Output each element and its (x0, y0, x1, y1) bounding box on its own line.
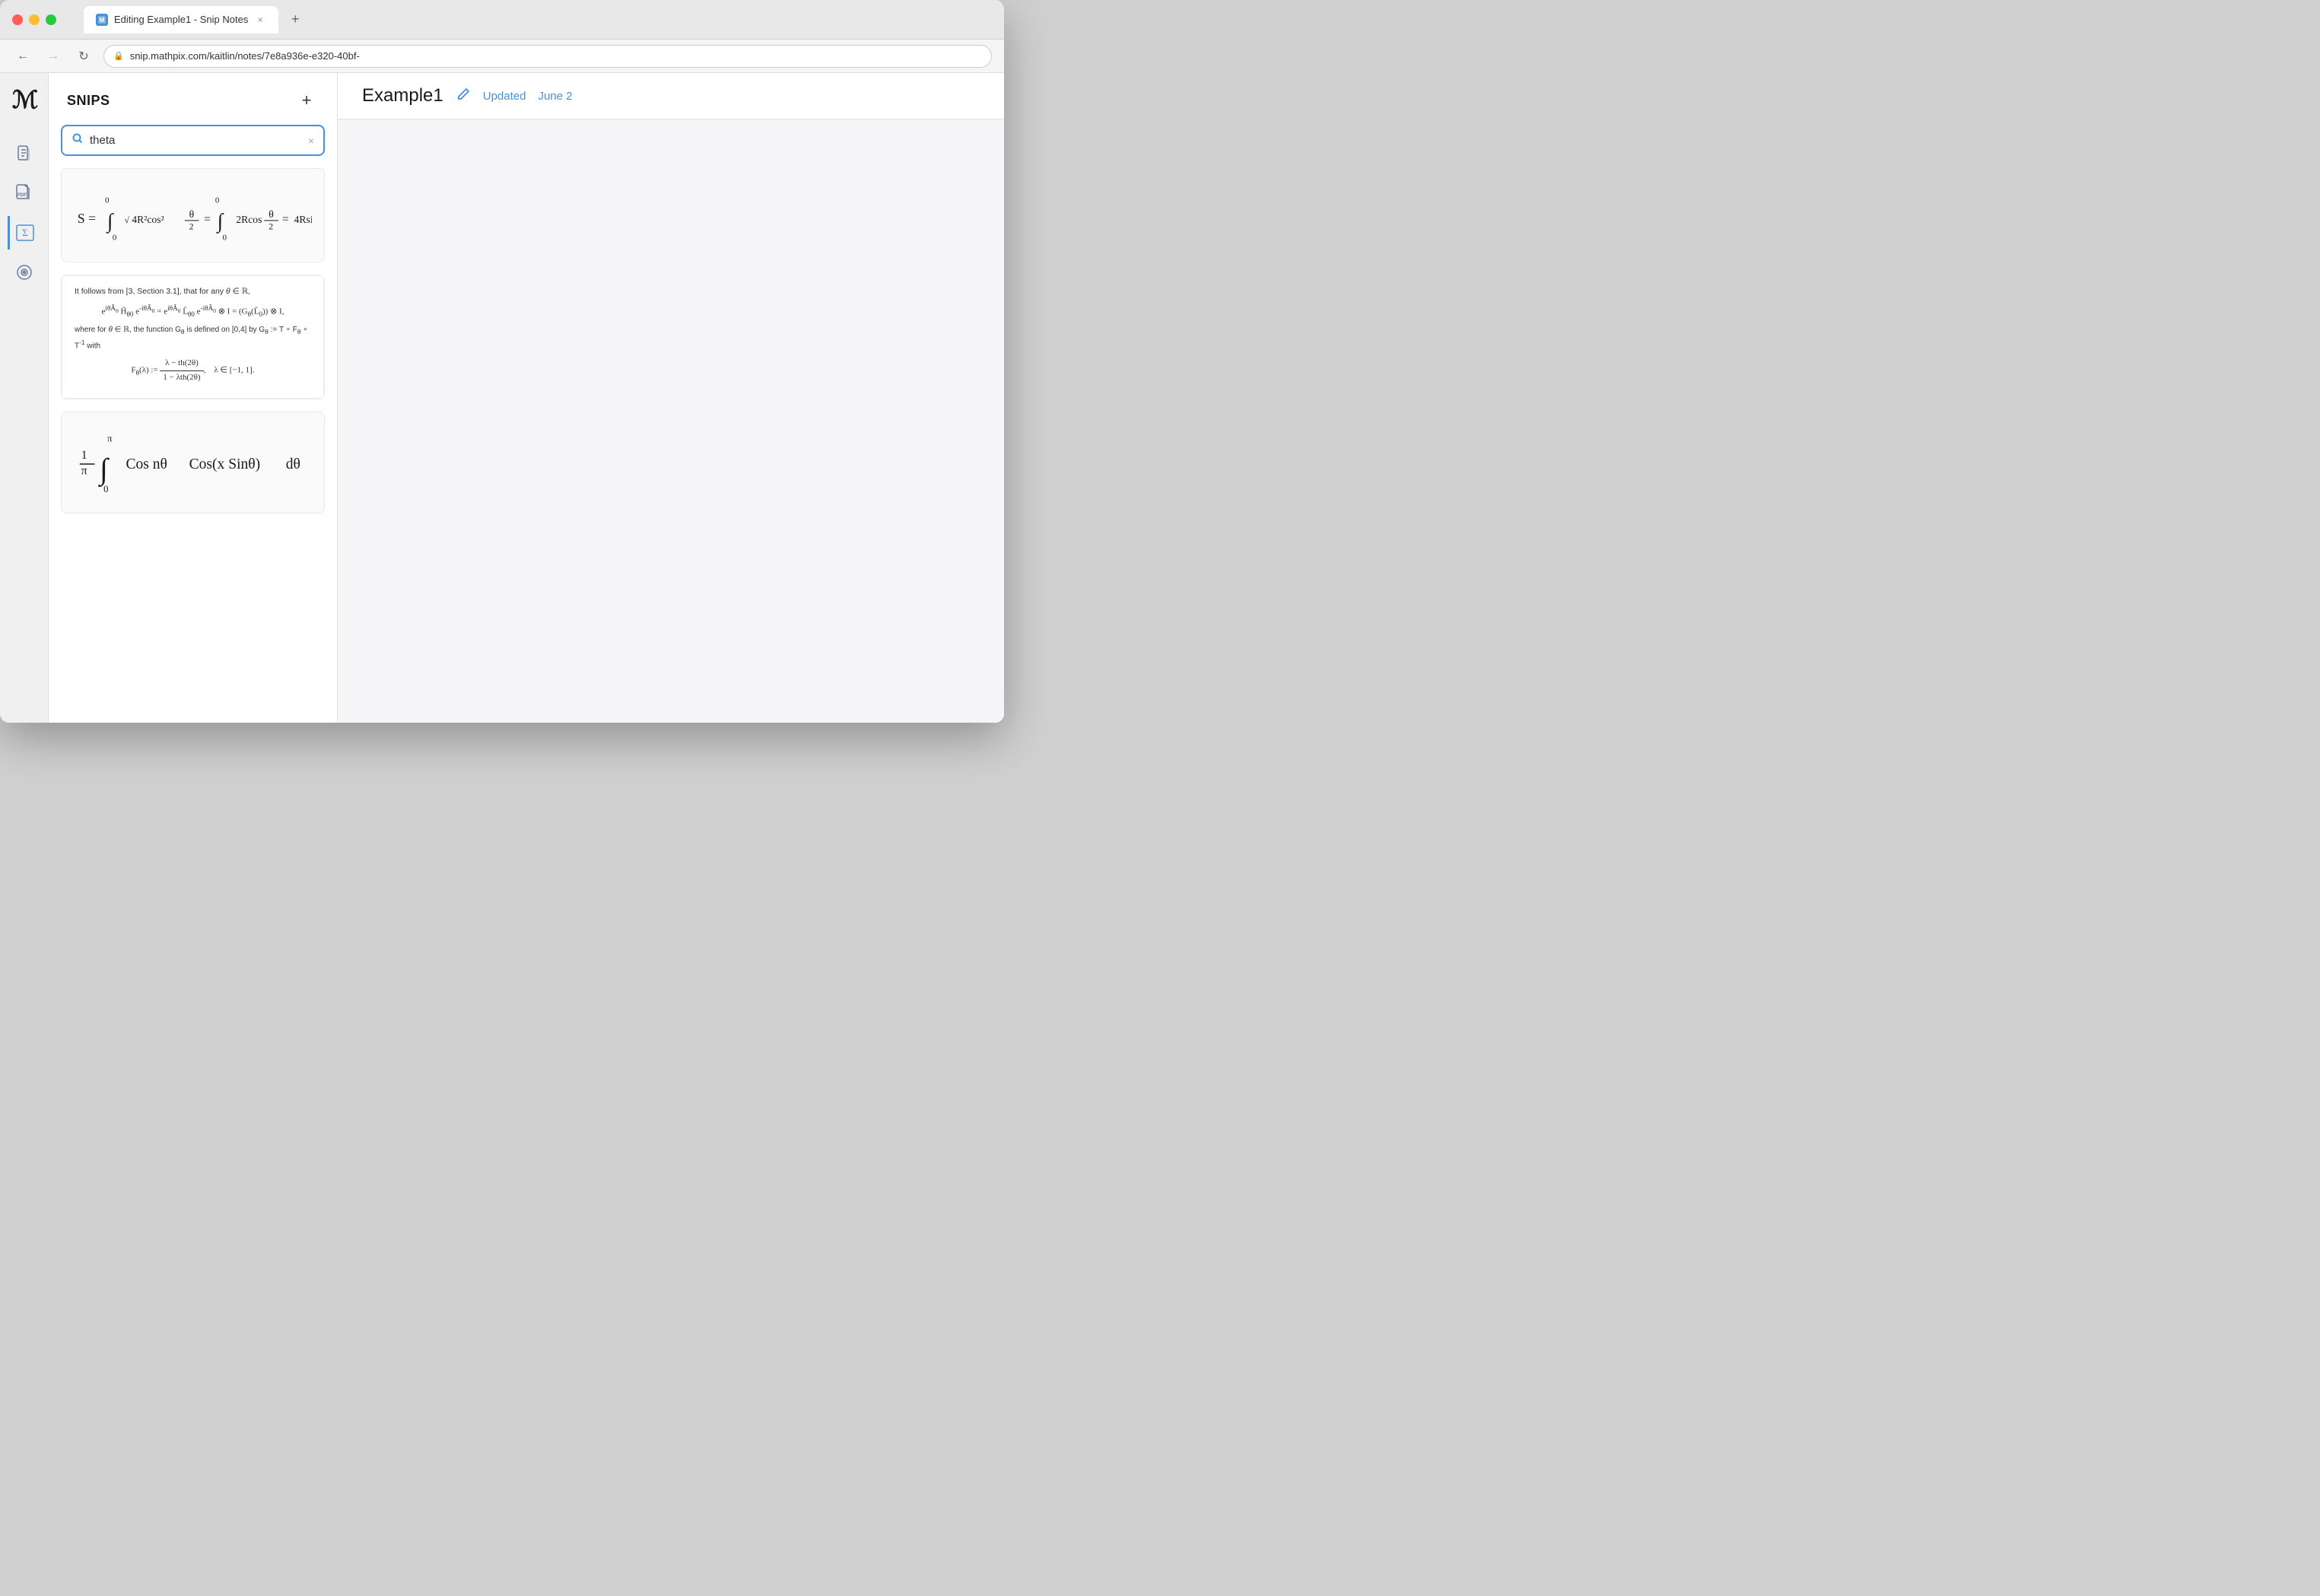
sidebar-item-documents[interactable] (8, 137, 41, 170)
svg-text:Σ: Σ (22, 227, 28, 238)
snip-math-svg-1: S = ∫ 0 0 √ 4R²cos² θ 2 = (74, 181, 312, 250)
svg-text:PDF: PDF (17, 193, 27, 198)
svg-text:dθ: dθ (286, 456, 300, 472)
svg-text:4R²cos²: 4R²cos² (132, 214, 164, 225)
edit-icon[interactable] (456, 87, 471, 106)
svg-text:π: π (81, 465, 87, 478)
tab-favicon: M (96, 14, 108, 26)
maximize-window-button[interactable] (46, 14, 56, 25)
snips-title: SNIPS (67, 93, 110, 109)
note-title: Example1 (362, 85, 443, 107)
svg-text:π: π (107, 434, 113, 444)
svg-text:=: = (204, 213, 211, 226)
svg-text:θ: θ (189, 208, 195, 220)
search-container: × (49, 125, 337, 168)
right-content-area (338, 119, 1004, 723)
svg-text:0: 0 (105, 196, 109, 205)
main-content: ℳ PDF Σ (0, 73, 1004, 723)
forward-button[interactable]: → (43, 46, 64, 67)
nav-bar: ← → ↻ 🔒 snip.mathpix.com/kaitlin/notes/7… (0, 40, 1004, 73)
svg-text:∫: ∫ (106, 210, 115, 234)
svg-text:√: √ (125, 215, 130, 225)
svg-text:0: 0 (215, 196, 219, 205)
snips-header: SNIPS + (49, 73, 337, 125)
title-bar: M Editing Example1 - Snip Notes × + (0, 0, 1004, 40)
sidebar-item-pdf[interactable]: PDF (8, 176, 41, 210)
app-logo: ℳ (8, 85, 41, 119)
search-icon (72, 132, 84, 148)
svg-text:0: 0 (103, 484, 108, 494)
right-header: Example1 Updated June 2 (338, 73, 1004, 119)
new-tab-button[interactable]: + (284, 9, 306, 30)
snip-math-svg-3: 1 π ∫ π 0 Cos nθ Cos(x Sinθ) (74, 424, 312, 501)
logo-icon: ℳ (11, 85, 38, 119)
snips-list: S = ∫ 0 0 √ 4R²cos² θ 2 = (49, 168, 337, 723)
add-snip-button[interactable]: + (294, 88, 319, 113)
close-window-button[interactable] (12, 14, 23, 25)
back-button[interactable]: ← (12, 46, 33, 67)
svg-text:1: 1 (81, 449, 87, 462)
minimize-window-button[interactable] (29, 14, 40, 25)
svg-text:∫: ∫ (216, 210, 225, 234)
tab-bar: M Editing Example1 - Snip Notes × + (84, 6, 992, 33)
svg-text:2: 2 (189, 222, 194, 232)
svg-text:ℳ: ℳ (12, 86, 38, 113)
snip-card-2[interactable]: It follows from [3, Section 3.1], that f… (61, 275, 325, 399)
svg-text:∫: ∫ (98, 453, 110, 488)
refresh-button[interactable]: ↻ (73, 46, 94, 67)
right-panel: Example1 Updated June 2 (338, 73, 1004, 723)
address-text: snip.mathpix.com/kaitlin/notes/7e8a936e-… (130, 50, 360, 62)
svg-text:2: 2 (269, 222, 273, 232)
snip-card-1[interactable]: S = ∫ 0 0 √ 4R²cos² θ 2 = (61, 168, 325, 262)
snip-image-2: It follows from [3, Section 3.1], that f… (62, 275, 324, 399)
svg-text:4Rsin: 4Rsin (294, 214, 312, 225)
date-label: June 2 (538, 90, 572, 103)
paper-snip-content: It follows from [3, Section 3.1], that f… (62, 275, 324, 399)
svg-text:=: = (282, 213, 289, 226)
snips-panel: SNIPS + × (49, 73, 338, 723)
svg-text:2Rcos: 2Rcos (236, 214, 262, 225)
snip-image-3: 1 π ∫ π 0 Cos nθ Cos(x Sinθ) (62, 412, 324, 513)
search-input[interactable] (90, 134, 302, 147)
active-tab[interactable]: M Editing Example1 - Snip Notes × (84, 6, 278, 33)
search-clear-button[interactable]: × (308, 135, 314, 147)
sidebar: ℳ PDF Σ (0, 73, 49, 723)
svg-text:M: M (100, 17, 105, 24)
address-bar[interactable]: 🔒 snip.mathpix.com/kaitlin/notes/7e8a936… (103, 45, 992, 68)
snip-card-3[interactable]: 1 π ∫ π 0 Cos nθ Cos(x Sinθ) (61, 412, 325, 513)
snip-image-1: S = ∫ 0 0 √ 4R²cos² θ 2 = (62, 169, 324, 262)
svg-text:θ: θ (269, 208, 274, 220)
sidebar-item-camera[interactable] (8, 256, 41, 289)
svg-text:Cos(x Sinθ): Cos(x Sinθ) (189, 456, 261, 472)
svg-text:S =: S = (78, 211, 96, 226)
svg-text:0: 0 (223, 233, 227, 242)
traffic-lights (12, 14, 56, 25)
svg-text:Cos nθ: Cos nθ (126, 456, 167, 472)
updated-label: Updated (483, 90, 526, 103)
tab-title: Editing Example1 - Snip Notes (114, 14, 248, 25)
svg-text:0: 0 (113, 233, 116, 242)
security-lock-icon: 🔒 (113, 51, 124, 61)
search-box[interactable]: × (61, 125, 325, 156)
tab-close-button[interactable]: × (254, 14, 266, 26)
sidebar-item-formula[interactable]: Σ (8, 216, 41, 250)
